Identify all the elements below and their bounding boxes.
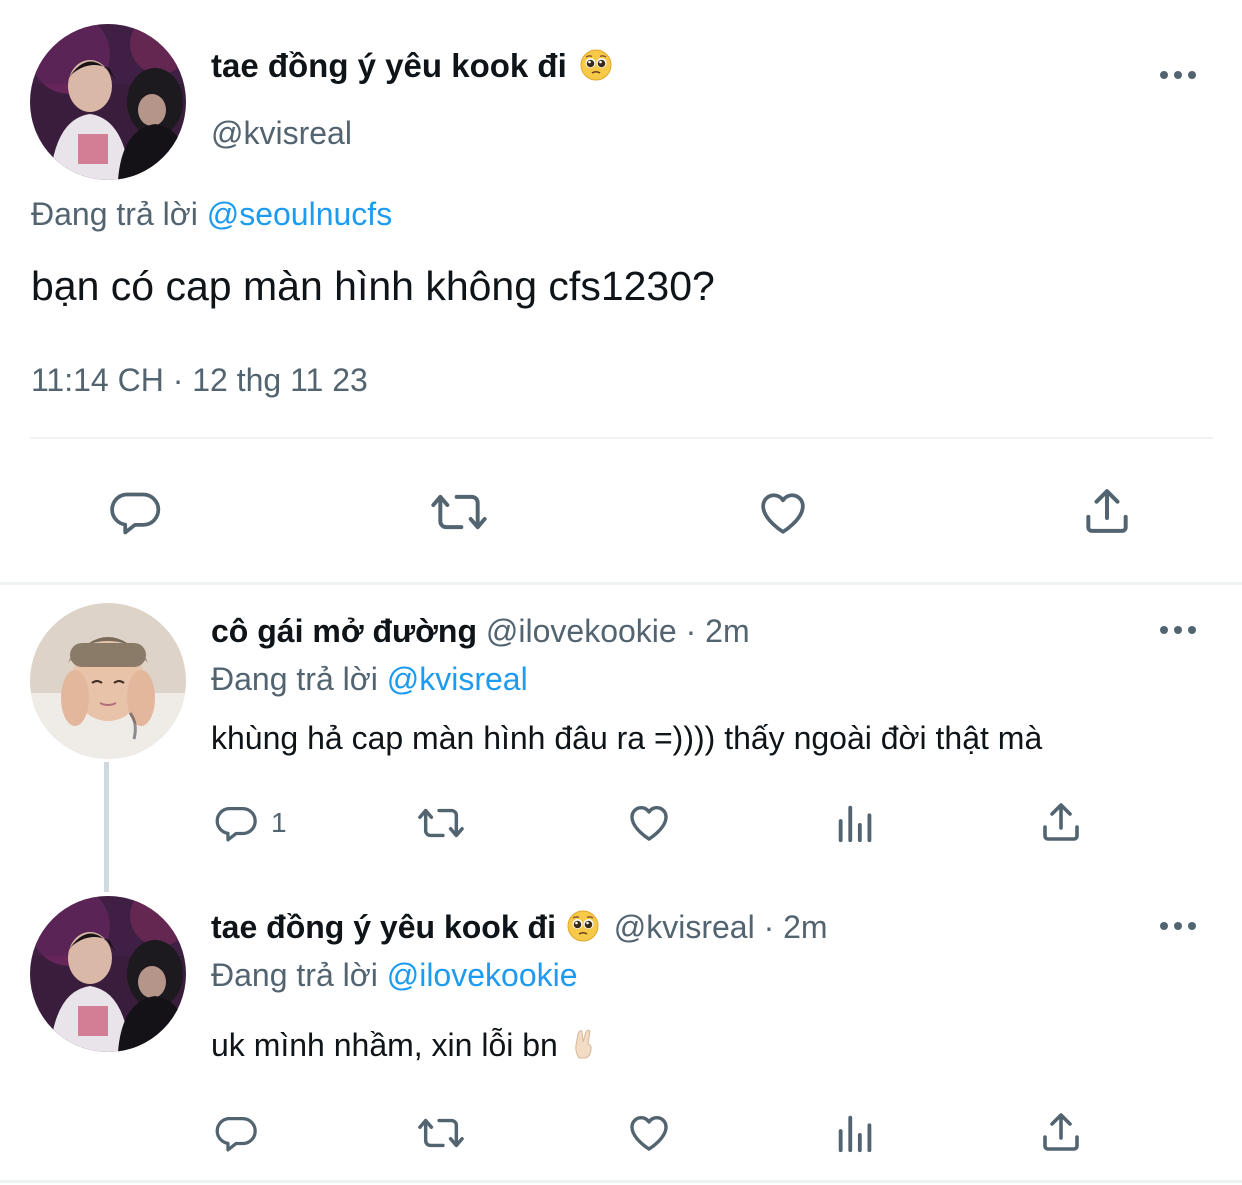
share-icon[interactable]: [1079, 482, 1135, 540]
reply-text-row: uk mình nhầm, xin lỗi bn: [211, 1025, 597, 1069]
crossed-fingers-icon: [571, 1028, 597, 1069]
tweet-timestamp[interactable]: 11:14 CH · 12 thg 11 23: [31, 360, 368, 400]
reply-to-link[interactable]: @seoulnucfs: [207, 196, 392, 232]
like-icon[interactable]: [625, 798, 673, 846]
timestamp-divider: [30, 437, 1213, 439]
reply-context: Đang trả lời @ilovekookie: [211, 955, 578, 995]
more-options-icon[interactable]: [1160, 624, 1200, 636]
more-options-icon[interactable]: [1160, 920, 1200, 932]
pleading-face-icon: [580, 48, 612, 92]
like-icon[interactable]: [625, 1108, 673, 1156]
section-divider: [0, 582, 1242, 585]
section-divider: [0, 1180, 1242, 1183]
thread-line: [104, 762, 109, 892]
reply-context: Đang trả lời @kvisreal: [211, 659, 528, 699]
more-options-icon[interactable]: [1160, 69, 1200, 81]
retweet-icon[interactable]: [415, 1110, 467, 1156]
reply-time[interactable]: · 2m: [686, 613, 750, 649]
share-icon[interactable]: [1037, 1108, 1085, 1156]
reply-avatar[interactable]: [30, 896, 186, 1052]
share-icon[interactable]: [1037, 798, 1085, 846]
author-display-name[interactable]: tae đồng ý yêu kook đi: [211, 44, 612, 92]
like-icon[interactable]: [754, 484, 812, 540]
reply-display-name[interactable]: cô gái mở đường: [211, 613, 477, 649]
reply-text: uk mình nhầm, xin lỗi bn: [211, 1027, 558, 1063]
reply-count: 1: [271, 807, 287, 838]
author-avatar[interactable]: [30, 24, 186, 180]
reply-to-link[interactable]: @ilovekookie: [387, 957, 578, 993]
reply-header: cô gái mở đường @ilovekookie · 2m: [211, 611, 750, 651]
analytics-icon[interactable]: [833, 1110, 879, 1156]
reply-text: khùng hả cap màn hình đâu ra =)))) thấy …: [211, 720, 1043, 756]
reply-prefix: Đang trả lời: [211, 661, 378, 697]
author-handle[interactable]: @kvisreal: [211, 113, 352, 153]
reply-prefix: Đang trả lời: [31, 196, 198, 232]
reply-avatar[interactable]: [30, 603, 186, 759]
pleading-face-icon: [567, 910, 599, 951]
reply-prefix: Đang trả lời: [211, 957, 378, 993]
reply-handle[interactable]: @kvisreal: [614, 909, 755, 945]
reply-to-link[interactable]: @kvisreal: [387, 661, 528, 697]
reply-icon[interactable]: [213, 800, 259, 846]
reply-icon[interactable]: [213, 1110, 259, 1156]
tweet-text: bạn có cap màn hình không cfs1230?: [31, 263, 715, 309]
reply-context: Đang trả lời @seoulnucfs: [31, 194, 392, 234]
reply-icon[interactable]: [107, 484, 163, 540]
reply-handle[interactable]: @ilovekookie: [486, 613, 677, 649]
reply-header: tae đồng ý yêu kook đi @kvisreal · 2m: [211, 907, 828, 951]
retweet-icon[interactable]: [415, 800, 467, 846]
analytics-icon[interactable]: [833, 800, 879, 846]
reply-time[interactable]: · 2m: [764, 909, 828, 945]
reply-display-name[interactable]: tae đồng ý yêu kook đi: [211, 909, 556, 945]
retweet-icon[interactable]: [428, 484, 490, 540]
